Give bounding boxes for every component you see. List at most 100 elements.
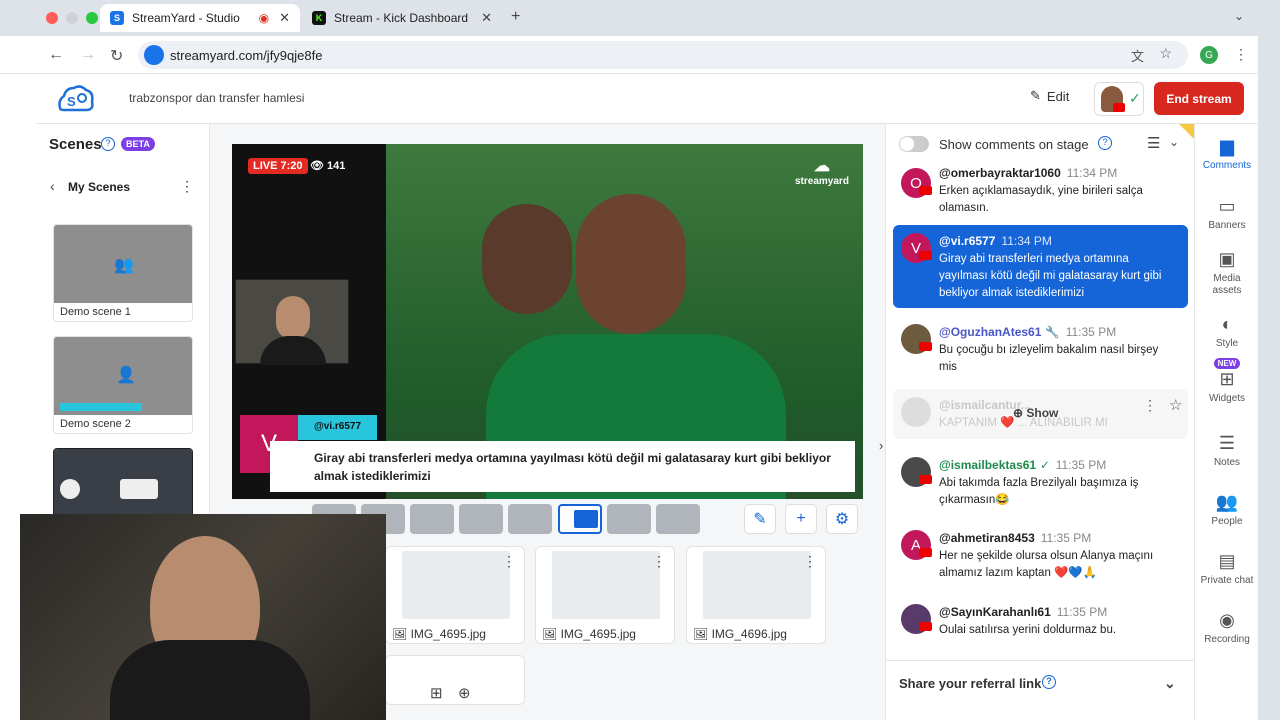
media-card[interactable]: ⋮ 🖼 IMG_4695.jpg xyxy=(535,546,675,644)
layout-button[interactable] xyxy=(607,504,651,534)
profile-avatar[interactable]: G xyxy=(1200,46,1218,64)
comment-text: Giray abi transferleri medya ortamına ya… xyxy=(939,253,1162,299)
close-tab-icon[interactable]: ✕ xyxy=(279,10,290,26)
rail-item-style[interactable]: ◐ Style xyxy=(1195,314,1259,349)
star-icon[interactable]: ☆ xyxy=(1169,397,1182,414)
destination-avatar[interactable]: ✓ xyxy=(1094,82,1144,116)
help-icon[interactable]: ? xyxy=(1042,675,1056,689)
url-text: streamyard.com/jfy9qje8fe xyxy=(170,47,323,63)
youtube-icon xyxy=(919,251,932,260)
rail-item-private-chat[interactable]: ▤ Private chat xyxy=(1195,551,1259,586)
youtube-icon xyxy=(919,186,932,195)
show-comment-button[interactable]: ⊕ Show xyxy=(1013,405,1058,422)
show-comments-toggle[interactable] xyxy=(899,136,929,152)
media-thumbnail xyxy=(402,551,510,619)
layout-button[interactable] xyxy=(508,504,552,534)
edit-button[interactable]: ✎ Edit xyxy=(1030,88,1069,104)
chevron-down-icon[interactable]: ⌄ xyxy=(1164,675,1176,692)
window-close-dot[interactable] xyxy=(46,12,58,24)
reload-icon[interactable]: ↻ xyxy=(110,46,123,66)
rail-item-recording[interactable]: ◉ Recording xyxy=(1195,610,1259,645)
media-card[interactable]: ⋮ 🖼 IMG_4696.jpg xyxy=(686,546,826,644)
rail-item-widgets[interactable]: NEW ⊞ Widgets xyxy=(1195,358,1259,404)
layout-button[interactable] xyxy=(656,504,700,534)
chat-icon: ▤ xyxy=(1218,551,1236,571)
new-tab-icon[interactable]: + xyxy=(511,8,520,26)
site-info-icon[interactable] xyxy=(144,45,164,65)
bookmark-star-icon[interactable]: ☆ xyxy=(1159,45,1172,62)
help-icon[interactable]: ? xyxy=(1098,136,1112,150)
live-badge: LIVE 7:20 xyxy=(248,158,308,174)
studio-header: S trabzonspor dan transfer hamlesi ✎ Edi… xyxy=(36,74,1258,124)
window-maximize-dot[interactable] xyxy=(86,12,98,24)
stage-settings-button[interactable]: ⚙ xyxy=(826,504,858,534)
streamyard-logo-icon: ☁ xyxy=(813,158,830,175)
layout-button[interactable] xyxy=(459,504,503,534)
corner-flag xyxy=(1179,124,1195,140)
rail-item-notes[interactable]: ☰ Notes xyxy=(1195,433,1259,468)
rail-item-banners[interactable]: ▭ Banners xyxy=(1195,196,1259,231)
scene-card-2[interactable]: 👤 Demo scene 2 xyxy=(53,336,193,434)
url-field[interactable]: streamyard.com/jfy9qje8fe 文 ☆ xyxy=(138,41,1188,69)
edit-layout-button[interactable]: ✎ xyxy=(744,504,776,534)
webcam-body xyxy=(110,640,310,720)
expand-panel-icon[interactable]: › xyxy=(879,438,883,453)
rail-label: Style xyxy=(1215,338,1239,349)
comment-text: Abi takımda fazla Brezilyalı başımıza iş… xyxy=(939,477,1139,506)
comment-item-highlighted[interactable]: V @vi.r6577 11:34 PM Giray abi transferle… xyxy=(893,225,1188,308)
verified-icon: ✓ xyxy=(1040,460,1050,472)
scene-thumbnail: 👤 xyxy=(54,337,192,415)
back-icon[interactable]: ← xyxy=(48,46,64,64)
scene-card-1[interactable]: 👥 Demo scene 1 xyxy=(53,224,193,322)
end-stream-button[interactable]: End stream xyxy=(1154,82,1244,115)
comment-item[interactable]: @ismailbektas61 ✓ 11:35 PM Abi takımda faz… xyxy=(893,449,1188,513)
scenes-menu-icon[interactable]: ⋮ xyxy=(180,178,194,195)
comment-item[interactable]: @SayınKarahanlı61 11:35 PM Oulai satılırs… xyxy=(893,596,1188,644)
rail-item-comments[interactable]: ▆ Comments xyxy=(1195,136,1259,171)
add-person-icon: ⊕ xyxy=(458,685,471,702)
translate-icon[interactable]: 文 xyxy=(1131,46,1144,65)
rail-item-people[interactable]: 👥 People xyxy=(1195,492,1259,527)
rail-label: Widgets xyxy=(1208,393,1246,404)
media-menu-icon[interactable]: ⋮ xyxy=(803,553,817,570)
media-icon: ▣ xyxy=(1218,249,1236,269)
person-icon: 👤 xyxy=(116,367,136,384)
chevron-down-icon[interactable]: ⌄ xyxy=(1169,135,1179,149)
layout-button-selected[interactable] xyxy=(558,504,602,534)
comment-menu-icon[interactable]: ⋮ xyxy=(1143,397,1157,414)
add-layout-button[interactable]: + xyxy=(785,504,817,534)
my-scenes-label[interactable]: My Scenes xyxy=(68,180,130,194)
window-minimize-dot[interactable] xyxy=(66,12,78,24)
comment-text: Oulai satılırsa yerini doldurmaz bu. xyxy=(939,624,1117,636)
tab-streamyard[interactable]: S StreamYard - Studio ◉ ✕ xyxy=(100,4,300,32)
referral-section[interactable]: Share your referral link ? ⌄ xyxy=(886,660,1195,706)
rail-item-media-assets[interactable]: ▣ Media assets xyxy=(1195,249,1259,297)
new-badge: NEW xyxy=(1213,358,1241,369)
media-filename: IMG_4696.jpg xyxy=(711,627,787,641)
close-tab-icon[interactable]: ✕ xyxy=(481,10,492,26)
media-card[interactable]: ⋮ 🖼 IMG_4695.jpg xyxy=(385,546,525,644)
filter-icon[interactable]: ☰ xyxy=(1147,134,1160,152)
comment-item[interactable]: O @omerbayraktar1060 11:34 PM Erken açıkl… xyxy=(893,160,1188,216)
forward-icon[interactable]: → xyxy=(80,46,96,64)
people-icon: 👥 xyxy=(114,257,134,274)
layout-button[interactable] xyxy=(410,504,454,534)
media-menu-icon[interactable]: ⋮ xyxy=(652,553,666,570)
comment-item[interactable]: @OguzhanAtes61 🔧 11:35 PM Bu çocuğu bı izl… xyxy=(893,316,1188,378)
media-menu-icon[interactable]: ⋮ xyxy=(502,553,516,570)
pencil-icon: ✎ xyxy=(1030,88,1041,103)
scene-card-3[interactable] xyxy=(53,448,193,518)
tab-kick[interactable]: K Stream - Kick Dashboard ✕ xyxy=(302,4,502,32)
add-media-button[interactable]: ⊞ ⊕ xyxy=(385,655,525,705)
right-rail: ▆ Comments ▭ Banners ▣ Media assets ◐ St… xyxy=(1194,124,1258,720)
chevron-left-icon[interactable]: ‹ xyxy=(50,178,55,194)
comment-user: @ismailbektas61 xyxy=(939,458,1037,472)
help-icon[interactable]: ? xyxy=(101,137,115,151)
comment-item[interactable]: A @ahmetiran8453 11:35 PM Her ne şekilde … xyxy=(893,522,1188,586)
tab-list-chevron-icon[interactable]: ⌄ xyxy=(1234,9,1244,23)
browser-address-bar: ← → ↻ streamyard.com/jfy9qje8fe 文 ☆ G ⋮ xyxy=(0,36,1280,74)
broadcast-title[interactable]: trabzonspor dan transfer hamlesi xyxy=(129,91,304,105)
streamyard-logo-icon[interactable]: S xyxy=(56,82,96,114)
comment-item-hidden[interactable]: @ismailcantur... KAPTANIM ❤️ ... ALINABI… xyxy=(893,389,1188,439)
browser-menu-icon[interactable]: ⋮ xyxy=(1234,46,1248,63)
